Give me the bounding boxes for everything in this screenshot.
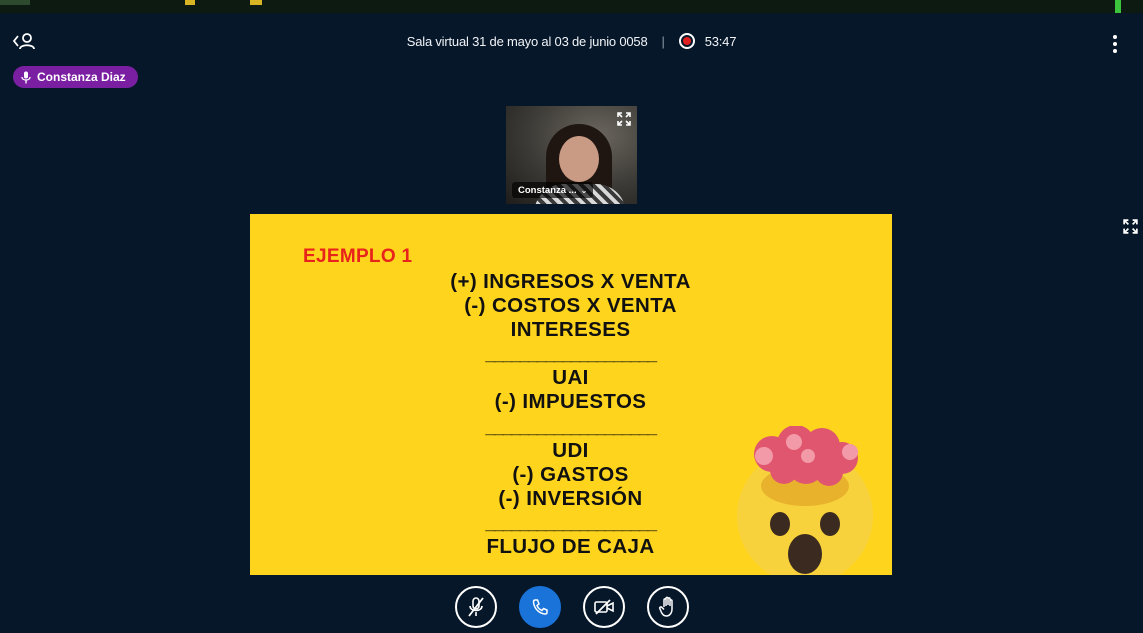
- record-icon[interactable]: [678, 33, 695, 49]
- slide-line: (-) IMPUESTOS: [494, 390, 647, 414]
- expand-icon: [617, 112, 631, 126]
- action-bar: [0, 586, 1143, 628]
- slide-line: UAI: [552, 366, 589, 390]
- slide-line: (+) INGRESOS X VENTA: [450, 270, 691, 293]
- camera-off-icon: [593, 599, 614, 615]
- slide-line: INTERESES: [510, 318, 631, 342]
- options-button[interactable]: [1111, 35, 1119, 53]
- expand-icon: [1123, 219, 1138, 234]
- slide-content: (+) INGRESOS X VENTA (-) COSTOS X VENTA …: [400, 270, 741, 559]
- meeting-info: Sala virtual 31 de mayo al 03 de junio 0…: [0, 33, 1143, 49]
- webcam-expand-button[interactable]: [616, 111, 632, 127]
- browser-bookmarks-strip: [0, 0, 1143, 13]
- slide-title: EJEMPLO 1: [303, 246, 413, 267]
- phone-icon: [532, 599, 548, 615]
- presentation-slide: EJEMPLO 1 (+) INGRESOS X VENTA (-) COSTO…: [250, 214, 892, 575]
- presentation-fullscreen-button[interactable]: [1122, 218, 1139, 235]
- unmute-button[interactable]: [454, 586, 497, 628]
- recording-time: 53:47: [704, 33, 737, 49]
- webcam-user-name[interactable]: Constanza ... ⌄: [512, 182, 594, 198]
- slide-rule: ____________________: [485, 512, 657, 533]
- share-camera-button[interactable]: [582, 586, 625, 628]
- header-separator: |: [661, 33, 665, 49]
- raise-hand-icon: [658, 596, 673, 617]
- talker-name: Constanza Diaz: [37, 70, 126, 84]
- chevron-down-icon: ⌄: [580, 185, 588, 195]
- meeting-header: Sala virtual 31 de mayo al 03 de junio 0…: [0, 13, 1143, 63]
- slide-line: UDI: [552, 438, 589, 462]
- slide-line: (-) GASTOS: [512, 462, 629, 486]
- slide-rule: ____________________: [485, 344, 657, 365]
- webcam-person-face: [559, 136, 599, 182]
- webcam-video[interactable]: Constanza ... ⌄: [506, 106, 637, 204]
- talking-indicator[interactable]: Constanza Diaz: [13, 66, 138, 88]
- slide-line: (-) COSTOS X VENTA: [464, 294, 677, 318]
- webcam-name-label: Constanza ...: [518, 184, 577, 196]
- microphone-icon: [21, 71, 31, 83]
- slide-line: (-) INVERSIÓN: [498, 486, 643, 510]
- leave-audio-button[interactable]: [518, 586, 561, 628]
- more-vertical-icon: [1111, 35, 1119, 53]
- slide-rule: ____________________: [485, 416, 657, 437]
- slide-line: FLUJO DE CAJA: [486, 535, 655, 559]
- microphone-muted-icon: [467, 597, 484, 617]
- raise-hand-button[interactable]: [646, 586, 689, 628]
- meeting-title: Sala virtual 31 de mayo al 03 de junio 0…: [406, 33, 648, 49]
- exploding-head-emoji: [737, 426, 873, 575]
